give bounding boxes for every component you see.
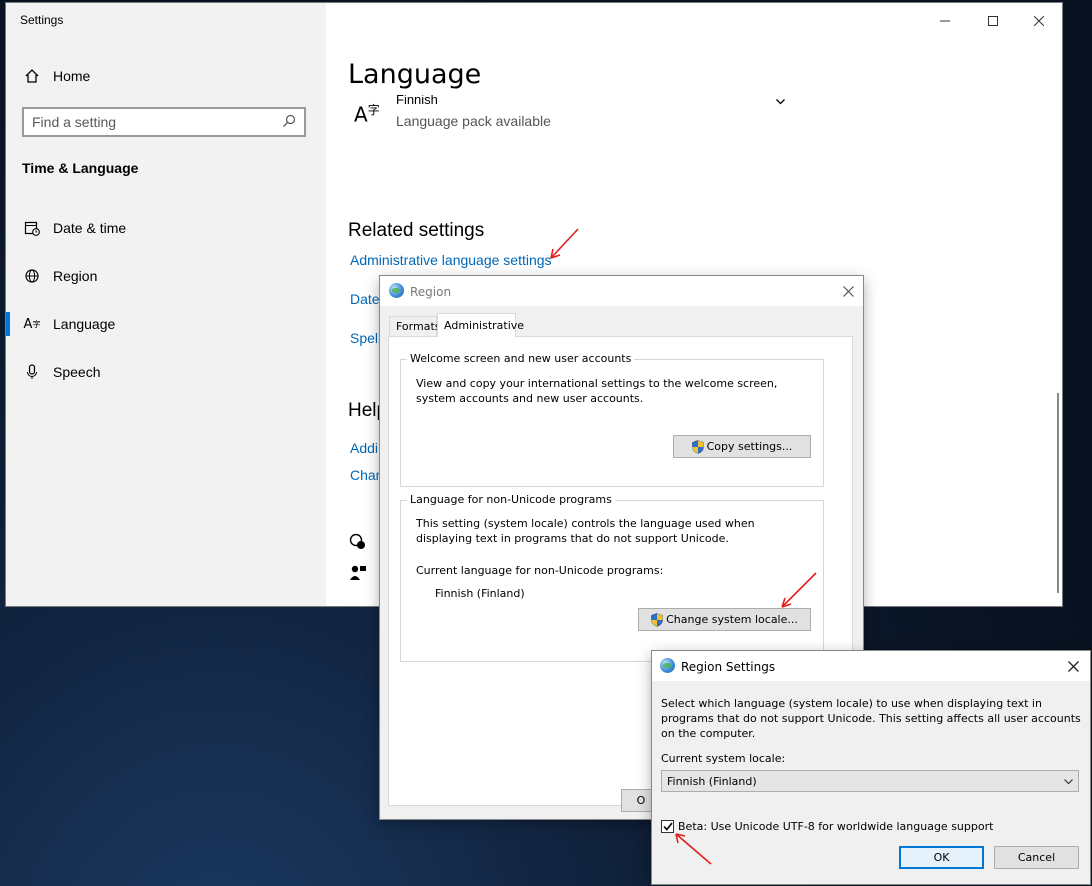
sidebar-item-label: Date & time <box>53 220 127 236</box>
non-unicode-description: This setting (system locale) controls th… <box>416 517 755 545</box>
copy-settings-button[interactable]: Copy settings... <box>673 435 811 458</box>
settings-scrollbar[interactable] <box>1057 393 1059 593</box>
close-icon <box>842 285 854 297</box>
sidebar-item-label: Speech <box>53 364 101 380</box>
settings-window-title: Settings <box>20 13 64 27</box>
current-language-value: Finnish (Finland) <box>435 587 525 600</box>
region-dialog-title: Region <box>410 285 452 299</box>
sidebar-item-date-time[interactable]: Date & time <box>22 216 126 240</box>
globe-icon <box>389 283 404 298</box>
language-list-item[interactable]: A字 Finnish Language pack available <box>348 95 788 135</box>
nav-home-label: Home <box>53 68 91 84</box>
help-link-add[interactable]: Addi <box>350 440 378 456</box>
search-placeholder: Find a setting <box>32 114 117 130</box>
spelling-link[interactable]: Spell <box>350 330 381 346</box>
tab-label: Administrative <box>444 319 525 332</box>
change-system-locale-label: Change system locale... <box>666 613 798 626</box>
nav-section-title: Time & Language <box>22 160 139 176</box>
region-settings-description: Select which language (system locale) to… <box>661 697 1081 740</box>
language-icon: A字 <box>354 102 380 127</box>
sidebar-item-speech[interactable]: Speech <box>22 360 100 384</box>
region-settings-close-button[interactable] <box>1062 655 1084 677</box>
language-status: Language pack available <box>396 113 551 129</box>
cancel-label: Cancel <box>1017 851 1056 864</box>
help-link-change[interactable]: Chan <box>350 467 383 483</box>
related-settings-heading: Related settings <box>348 220 485 241</box>
nav-home[interactable]: Home <box>22 64 90 88</box>
region-titlebar: Region <box>380 276 863 306</box>
tab-label: Formats <box>396 320 441 333</box>
date-link[interactable]: Date <box>350 291 380 307</box>
globe-icon <box>22 266 42 286</box>
uac-shield-icon <box>651 612 663 627</box>
close-icon <box>1067 660 1079 672</box>
uac-shield-icon <box>691 439 704 454</box>
sidebar-item-region[interactable]: Region <box>22 264 97 288</box>
welcome-screen-group: Welcome screen and new user accounts Vie… <box>400 352 824 487</box>
region-close-button[interactable] <box>837 280 859 302</box>
checkmark-icon <box>662 822 673 831</box>
tab-administrative[interactable]: Administrative <box>437 313 524 337</box>
cancel-button[interactable]: Cancel <box>994 846 1079 869</box>
sidebar-item-label: Language <box>53 316 116 332</box>
group-label: Welcome screen and new user accounts <box>407 352 635 365</box>
language-name: Finnish <box>396 95 438 107</box>
language-icon: A字 <box>23 316 41 332</box>
sidebar-item-label: Region <box>53 268 98 284</box>
non-unicode-group: Language for non-Unicode programs This s… <box>400 493 824 662</box>
welcome-description: View and copy your international setting… <box>416 377 778 405</box>
system-locale-value: Finnish (Finland) <box>667 774 757 788</box>
utf8-beta-label: Beta: Use Unicode UTF-8 for worldwide la… <box>678 820 994 833</box>
settings-sidebar: Settings Home Find a setting Time & Lang… <box>6 3 326 606</box>
sidebar-item-language[interactable]: A字 Language <box>22 312 116 336</box>
region-ok-label: O <box>636 794 646 807</box>
search-input[interactable]: Find a setting <box>22 107 306 137</box>
nav-active-indicator <box>6 312 10 336</box>
feedback-icon[interactable] <box>349 564 367 587</box>
chevron-down-icon <box>1064 775 1073 788</box>
region-settings-title: Region Settings <box>681 660 776 674</box>
home-icon <box>22 66 42 86</box>
ok-button[interactable]: OK <box>899 846 984 869</box>
region-settings-titlebar: Region Settings <box>652 651 1090 681</box>
admin-language-settings-link[interactable]: Administrative language settings <box>350 252 552 268</box>
globe-icon <box>660 658 675 673</box>
ok-label: OK <box>933 851 950 864</box>
change-system-locale-button[interactable]: Change system locale... <box>638 608 811 631</box>
current-system-locale-label: Current system locale: <box>661 752 786 765</box>
region-settings-dialog: Region Settings Select which language (s… <box>652 651 1090 884</box>
chevron-down-icon[interactable] <box>776 97 785 108</box>
copy-settings-label: Copy settings... <box>706 440 793 453</box>
calendar-clock-icon <box>22 218 42 238</box>
get-help-icon[interactable] <box>349 533 367 556</box>
current-language-label: Current language for non-Unicode program… <box>416 564 664 577</box>
page-title: Language <box>348 59 482 90</box>
search-icon <box>282 114 296 131</box>
microphone-icon <box>22 362 42 382</box>
utf8-beta-checkbox[interactable] <box>661 820 674 833</box>
group-label: Language for non-Unicode programs <box>407 493 615 506</box>
tab-formats[interactable]: Formats <box>389 316 441 336</box>
system-locale-select[interactable]: Finnish (Finland) <box>661 770 1079 792</box>
